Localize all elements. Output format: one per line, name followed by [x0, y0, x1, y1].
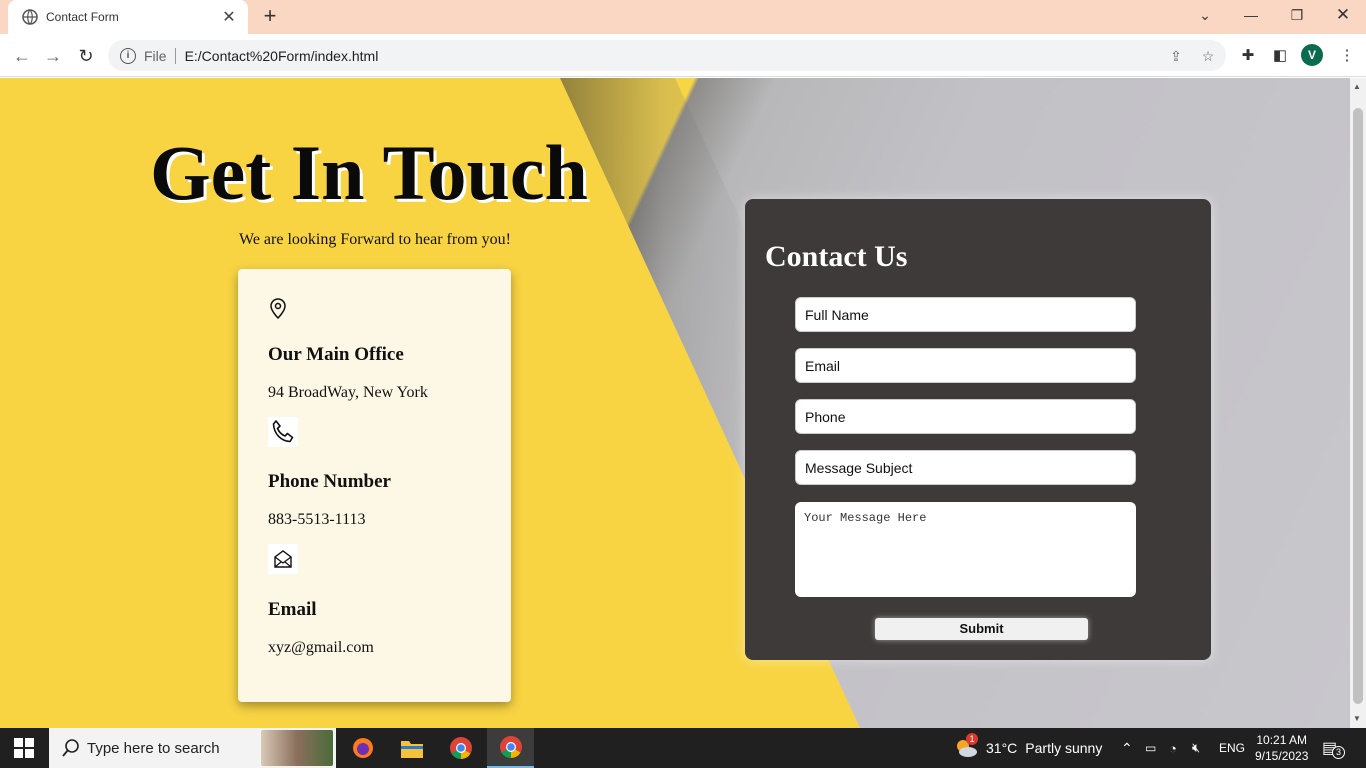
office-address: 94 BroadWay, New York	[268, 384, 428, 401]
page-subheading: We are looking Forward to hear from you!	[239, 231, 511, 248]
extensions-icon[interactable]: ✚	[1237, 45, 1259, 67]
notifications-badge: 3	[1332, 746, 1345, 759]
location-pin-icon	[263, 294, 293, 324]
phone-input[interactable]: Phone	[795, 399, 1136, 434]
menu-kebab-icon[interactable]: ⋮	[1336, 45, 1358, 67]
phone-value: 883-5513-1113	[268, 511, 366, 528]
chrome-icon[interactable]	[440, 732, 482, 764]
url-text[interactable]: E:/Contact%20Form/index.html	[185, 48, 379, 64]
globe-icon	[22, 9, 38, 25]
clock[interactable]: 10:21 AM 9/15/2023	[1255, 728, 1308, 768]
contact-info-card: Our Main Office 94 BroadWay, New York Ph…	[238, 269, 511, 702]
back-button[interactable]: ←	[9, 43, 35, 69]
file-explorer-icon[interactable]	[391, 732, 433, 764]
contact-form: Contact Us Full Name Email Phone Message…	[745, 199, 1211, 660]
full-name-input[interactable]: Full Name	[795, 297, 1136, 332]
browser-tab[interactable]: Contact Form ✕	[8, 0, 248, 34]
page-viewport: Get In Touch We are looking Forward to h…	[0, 78, 1350, 728]
phone-title: Phone Number	[268, 471, 391, 492]
minimize-button[interactable]: —	[1228, 0, 1274, 30]
weather-badge: 1	[966, 733, 978, 745]
weather-widget[interactable]: 1 31°C Partly sunny	[953, 728, 1102, 768]
submit-button[interactable]: Submit	[875, 618, 1088, 640]
windows-taskbar: Type here to search 1 31°C Partly sunny …	[0, 728, 1366, 768]
vertical-scrollbar[interactable]: ▲ ▼	[1350, 78, 1366, 728]
battery-icon[interactable]: ▭	[1145, 728, 1156, 768]
windows-start-icon[interactable]	[14, 738, 34, 758]
profile-avatar[interactable]: V	[1301, 44, 1323, 66]
chrome-active-icon[interactable]	[487, 728, 534, 768]
tab-close-icon[interactable]: ✕	[220, 7, 238, 27]
side-panel-icon[interactable]: ◧	[1269, 45, 1291, 67]
search-icon	[62, 739, 79, 757]
search-highlight-illustration	[261, 730, 333, 766]
forward-button[interactable]: →	[40, 43, 66, 69]
firefox-icon[interactable]	[342, 732, 384, 764]
scroll-up-icon[interactable]: ▲	[1353, 82, 1361, 91]
tab-search-icon[interactable]: ⌄	[1182, 0, 1228, 30]
address-bar[interactable]: i File E:/Contact%20Form/index.html ⇪ ☆	[108, 40, 1226, 71]
page-heading: Get In Touch	[150, 129, 588, 216]
email-input[interactable]: Email	[795, 348, 1136, 383]
share-icon[interactable]: ⇪	[1166, 46, 1186, 66]
show-hidden-icons[interactable]: ⌃	[1121, 728, 1133, 768]
wifi-icon[interactable]: ◔	[1169, 728, 1177, 768]
weather-icon: 1	[953, 733, 979, 761]
envelope-icon	[268, 544, 298, 574]
weather-temp: 31°C	[986, 740, 1018, 756]
toolbar: ← → ↻ i File E:/Contact%20Form/index.htm…	[0, 34, 1366, 77]
volume-muted-icon[interactable]: 🔇︎	[1192, 728, 1200, 768]
scheme-label: File	[144, 47, 167, 64]
email-title: Email	[268, 599, 317, 620]
office-title: Our Main Office	[268, 344, 404, 365]
taskbar-search-box[interactable]: Type here to search	[49, 728, 336, 768]
tab-strip: Contact Form ✕ + ⌄ — ❐ ✕	[0, 0, 1366, 34]
omnibox-divider	[174, 47, 176, 64]
scrollbar-thumb[interactable]	[1353, 108, 1363, 704]
bookmark-star-icon[interactable]: ☆	[1198, 46, 1218, 66]
clock-time: 10:21 AM	[1256, 733, 1308, 747]
weather-condition: Partly sunny	[1025, 740, 1103, 756]
phone-icon	[268, 417, 298, 447]
clock-date: 9/15/2023	[1255, 749, 1309, 763]
tab-title: Contact Form	[46, 10, 119, 24]
new-tab-button[interactable]: +	[258, 4, 282, 28]
message-textarea[interactable]: Your Message Here	[795, 502, 1136, 597]
notifications-icon[interactable]: ▤ 3	[1322, 728, 1345, 768]
reload-button[interactable]: ↻	[73, 43, 99, 69]
form-title: Contact Us	[765, 240, 908, 273]
close-window-button[interactable]: ✕	[1320, 0, 1366, 30]
taskbar-search-placeholder: Type here to search	[87, 739, 220, 757]
subject-input[interactable]: Message Subject	[795, 450, 1136, 485]
language-indicator[interactable]: ENG	[1219, 728, 1245, 768]
restore-button[interactable]: ❐	[1274, 0, 1320, 30]
email-value: xyz@gmail.com	[268, 639, 374, 656]
info-icon[interactable]: i	[120, 47, 136, 64]
scroll-down-icon[interactable]: ▼	[1353, 714, 1361, 723]
